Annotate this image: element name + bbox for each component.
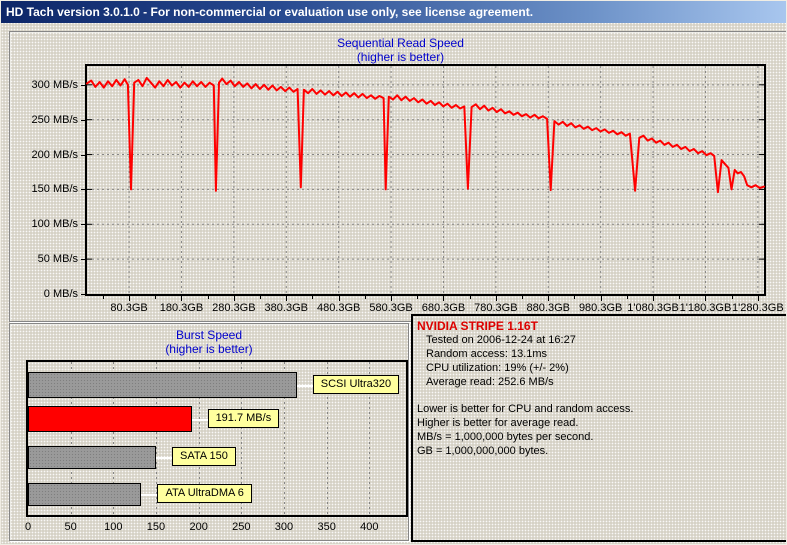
drive-stat-line: CPU utilization: 19% (+/- 2%): [417, 361, 785, 375]
callout-connector: [156, 457, 172, 459]
seq-x-tick: [574, 296, 575, 299]
seq-y-tick: [81, 120, 85, 121]
seq-x-tick: [522, 296, 523, 299]
seq-x-tick: [234, 296, 235, 301]
seq-x-tick: [391, 296, 392, 301]
seq-x-tick: [758, 296, 759, 301]
bar-label: SATA 150: [172, 447, 236, 466]
seq-x-tick: [679, 296, 680, 299]
seq-y-tick-label: 0 MB/s: [10, 288, 78, 300]
seq-y-tick-label: 200 MB/s: [10, 149, 78, 161]
drive-stat-line: Random access: 13.1ms: [417, 347, 785, 361]
burst-x-tick-label: 200: [179, 521, 219, 533]
seq-y-tick-label: 50 MB/s: [10, 253, 78, 265]
drive-info-panel: NVIDIA STRIPE 1.16T Tested on 2006-12-24…: [411, 314, 787, 542]
drive-stat-line: Average read: 252.6 MB/s: [417, 375, 785, 389]
info-note-line: MB/s = 1,000,000 bytes per second.: [417, 430, 785, 444]
seq-y-tick: [81, 155, 85, 156]
seq-x-tick: [181, 296, 182, 301]
burst-x-tick-label: 0: [8, 521, 48, 533]
hdtach-window: HD Tach version 3.0.1.0 - For non-commer…: [0, 0, 787, 545]
seq-y-tick: [81, 85, 85, 86]
seq-x-tick: [705, 296, 706, 301]
burst-x-tick-label: 300: [264, 521, 304, 533]
seq-y-tick: [81, 259, 85, 260]
burst-reference-bar: [28, 483, 141, 506]
info-note-line: Higher is better for average read.: [417, 416, 785, 430]
drive-stat-line: Tested on 2006-12-24 at 16:27: [417, 333, 785, 347]
titlebar[interactable]: HD Tach version 3.0.1.0 - For non-commer…: [1, 1, 787, 23]
burst-x-tick-label: 400: [349, 521, 389, 533]
seq-x-tick-label: 1'280.3GB: [726, 302, 787, 314]
seq-x-tick: [129, 296, 130, 301]
seq-x-tick: [286, 296, 287, 301]
callout-connector: [297, 385, 313, 387]
seq-plot-area: [85, 64, 766, 296]
seq-y-tick-label: 300 MB/s: [10, 79, 78, 91]
burst-plot-area: SCSI Ultra320 191.7 MB/s SATA 150 ATA Ultra…: [26, 360, 408, 517]
bar-label: ATA UltraDMA 6: [157, 484, 251, 503]
callout-connector: [192, 419, 208, 421]
seq-x-tick: [339, 296, 340, 301]
burst-x-tick-label: 50: [51, 521, 91, 533]
seq-x-tick: [365, 296, 366, 299]
seq-x-tick: [312, 296, 313, 299]
burst-x-tick-label: 150: [136, 521, 176, 533]
seq-chart-subtitle: (higher is better): [10, 50, 787, 64]
burst-chart-title: Burst Speed: [10, 328, 408, 342]
burst-chart-subtitle: (higher is better): [10, 342, 408, 356]
burst-x-tick-label: 100: [93, 521, 133, 533]
seq-chart-title: Sequential Read Speed: [10, 36, 787, 50]
seq-x-tick: [496, 296, 497, 301]
bar-label: SCSI Ultra320: [313, 375, 399, 394]
seq-x-tick: [601, 296, 602, 301]
seq-y-tick: [81, 189, 85, 190]
seq-x-tick: [155, 296, 156, 299]
seq-line-chart: [87, 66, 764, 294]
burst-result-bar: [28, 406, 192, 432]
drive-stats: Tested on 2006-12-24 at 16:27Random acce…: [417, 333, 785, 389]
burst-reference-bar: [28, 446, 156, 469]
seq-x-tick: [732, 296, 733, 299]
drive-name: NVIDIA STRIPE 1.16T: [417, 319, 785, 333]
seq-y-tick: [81, 224, 85, 225]
seq-y-tick-label: 100 MB/s: [10, 218, 78, 230]
seq-x-tick: [470, 296, 471, 299]
seq-x-tick: [208, 296, 209, 299]
info-notes: Lower is better for CPU and random acces…: [417, 402, 785, 458]
seq-x-tick: [653, 296, 654, 301]
seq-y-tick: [81, 294, 85, 295]
burst-reference-bar: [28, 372, 297, 398]
seq-x-tick: [548, 296, 549, 301]
seq-x-tick: [103, 296, 104, 299]
bar-label: 191.7 MB/s: [208, 409, 280, 428]
seq-x-tick: [417, 296, 418, 299]
seq-y-tick-label: 250 MB/s: [10, 114, 78, 126]
info-gap: [417, 389, 785, 402]
seq-y-tick-label: 150 MB/s: [10, 183, 78, 195]
seq-x-tick: [443, 296, 444, 301]
window-title: HD Tach version 3.0.1.0 - For non-commer…: [6, 5, 533, 19]
burst-x-tick-label: 250: [221, 521, 261, 533]
callout-connector: [141, 494, 157, 496]
burst-speed-panel: Burst Speed (higher is better) SCSI Ultr…: [9, 323, 409, 541]
sequential-read-panel: Sequential Read Speed (higher is better)…: [9, 31, 787, 322]
seq-x-tick: [260, 296, 261, 299]
info-note-line: GB = 1,000,000,000 bytes.: [417, 444, 785, 458]
seq-x-tick: [627, 296, 628, 299]
burst-x-tick-label: 350: [307, 521, 347, 533]
info-note-line: Lower is better for CPU and random acces…: [417, 402, 785, 416]
